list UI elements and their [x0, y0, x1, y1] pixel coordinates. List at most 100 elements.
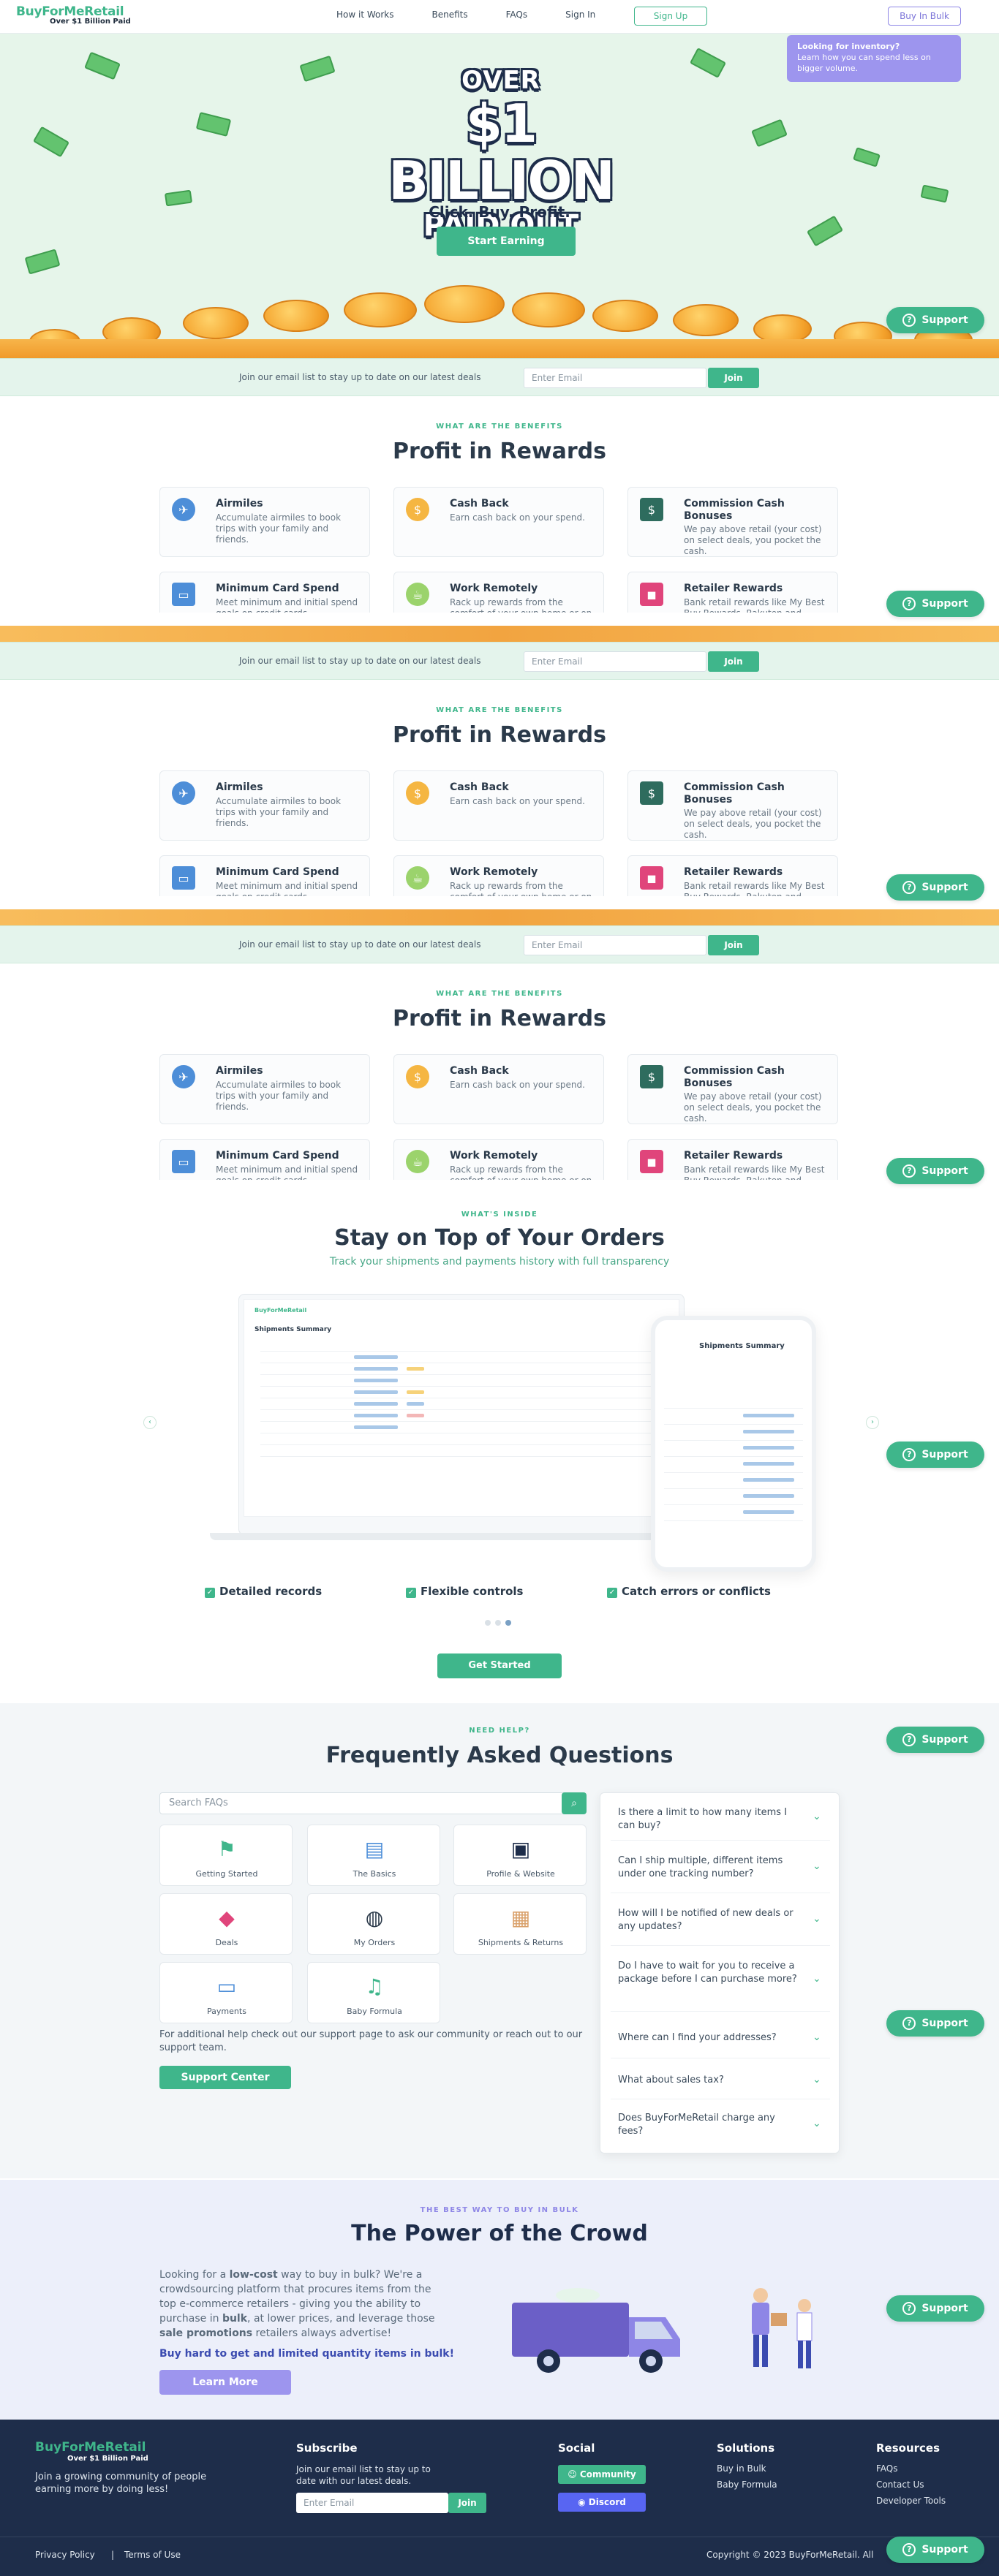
faq-question[interactable]: What about sales tax?	[618, 2074, 801, 2087]
support-center-button[interactable]: Support Center	[159, 2066, 291, 2089]
card-title: Work Remotely	[450, 583, 538, 594]
get-started-button[interactable]: Get Started	[437, 1653, 562, 1678]
card-desc: Bank retail rewards like My Best Buy Rew…	[684, 1164, 825, 1180]
help-icon: ?	[902, 1448, 916, 1461]
email-input[interactable]: Enter Email	[524, 935, 706, 955]
table-cell	[743, 1430, 794, 1433]
category-label: The Basics	[353, 1869, 396, 1879]
support-label: Support	[921, 1734, 968, 1746]
support-button[interactable]: ? Support	[886, 1442, 984, 1468]
benefit-card-cash-back: $ Cash Back Earn cash back on your spend…	[393, 770, 604, 841]
nav-faqs[interactable]: FAQs	[506, 10, 528, 20]
buy-in-bulk-button[interactable]: Buy In Bulk	[888, 7, 961, 26]
faq-category-deals[interactable]: ◆ Deals	[159, 1893, 293, 1955]
terms-of-use-link[interactable]: Terms of Use	[124, 2550, 181, 2560]
support-label: Support	[921, 314, 968, 326]
faq-category-the-basics[interactable]: ▤ The Basics	[307, 1825, 440, 1886]
privacy-policy-link[interactable]: Privacy Policy	[35, 2550, 95, 2560]
faq-question[interactable]: Does BuyForMeRetail charge any fees?	[618, 2112, 801, 2138]
carousel-prev-button[interactable]: ‹	[143, 1416, 157, 1429]
faq-question[interactable]: Where can I find your addresses?	[618, 2031, 801, 2045]
shopping-bag-icon: ◼	[640, 583, 663, 606]
discord-button[interactable]: ◉ Discord	[558, 2493, 646, 2512]
footer-link-faqs[interactable]: FAQs	[876, 2463, 898, 2474]
category-label: Deals	[215, 1938, 238, 1947]
carousel-next-button[interactable]: ›	[866, 1416, 879, 1429]
carousel-dot[interactable]	[495, 1620, 501, 1626]
faq-category-profile-website[interactable]: ▣ Profile & Website	[453, 1825, 587, 1886]
faq-question[interactable]: Do I have to wait for you to receive a p…	[618, 1960, 801, 1986]
faq-category-baby-formula[interactable]: ♫ Baby Formula	[307, 1962, 440, 2023]
support-button[interactable]: ? Support	[886, 1158, 984, 1184]
chevron-down-icon[interactable]: ⌄	[813, 1860, 821, 1872]
start-earning-button[interactable]: Start Earning	[437, 227, 576, 256]
support-button[interactable]: ? Support	[886, 874, 984, 901]
footer-link-developer-tools[interactable]: Developer Tools	[876, 2496, 946, 2506]
footer-email-input[interactable]: Enter Email	[296, 2493, 448, 2513]
footer-link-buy-in-bulk[interactable]: Buy in Bulk	[717, 2463, 766, 2474]
delivery-truck-illustration	[512, 2288, 813, 2373]
join-button[interactable]: Join	[708, 651, 759, 672]
support-button[interactable]: ? Support	[886, 591, 984, 617]
table-cell	[354, 1379, 398, 1382]
carousel-dot[interactable]	[485, 1620, 491, 1626]
chevron-down-icon[interactable]: ⌄	[813, 1973, 821, 1985]
support-button[interactable]: ? Support	[886, 307, 984, 333]
orders-bag-icon: ◍	[365, 1905, 384, 1930]
card-title: Commission Cash Bonuses	[684, 781, 785, 806]
card-title: Retailer Rewards	[684, 866, 783, 878]
coin-icon	[592, 300, 658, 332]
faq-question[interactable]: Can I ship multiple, different items und…	[618, 1855, 801, 1881]
sign-up-button[interactable]: Sign Up	[634, 7, 707, 26]
support-button[interactable]: ? Support	[886, 2010, 984, 2037]
faq-question[interactable]: Is there a limit to how many items I can…	[618, 1806, 801, 1833]
support-label: Support	[921, 2018, 968, 2029]
faq-category-getting-started[interactable]: ⚑ Getting Started	[159, 1825, 293, 1886]
carousel-dot-active[interactable]	[505, 1620, 511, 1626]
card-title: Airmiles	[216, 1065, 263, 1077]
logo[interactable]: BuyForMeRetail Over $1 Billion Paid	[16, 4, 131, 26]
support-button[interactable]: ? Support	[886, 2537, 984, 2563]
footer-link-baby-formula[interactable]: Baby Formula	[717, 2480, 777, 2490]
footer-subscribe-text: Join our email list to stay up to date w…	[296, 2464, 431, 2486]
coin-icon	[183, 307, 249, 339]
chevron-down-icon[interactable]: ⌄	[813, 1811, 821, 1822]
nav-benefits[interactable]: Benefits	[432, 10, 468, 20]
footer-logo[interactable]: BuyForMeRetail	[35, 2440, 146, 2455]
bulk-tooltip[interactable]: Looking for inventory? Learn how you can…	[787, 35, 961, 82]
chevron-down-icon[interactable]: ⌄	[813, 1913, 821, 1925]
crowd-text-part: , at lower prices, and leverage those	[247, 2313, 435, 2325]
faq-question[interactable]: How will I be notified of new deals or a…	[618, 1907, 801, 1933]
nav-links: How it Works Benefits FAQs Sign In	[336, 10, 633, 20]
footer-join-button[interactable]: Join	[448, 2493, 486, 2513]
cash-icon: $	[640, 498, 663, 521]
faq-search-input[interactable]: Search FAQs	[159, 1792, 573, 1814]
email-input[interactable]: Enter Email	[524, 368, 706, 388]
community-button[interactable]: ☺ Community	[558, 2465, 646, 2484]
support-button[interactable]: ? Support	[886, 1727, 984, 1753]
chevron-down-icon[interactable]: ⌄	[813, 2031, 821, 2043]
card-desc: Meet minimum and initial spend goals on …	[216, 881, 358, 896]
search-icon[interactable]: ⌕	[562, 1792, 587, 1814]
category-label: Profile & Website	[486, 1869, 555, 1879]
footer-link-contact-us[interactable]: Contact Us	[876, 2480, 924, 2490]
faq-category-my-orders[interactable]: ◍ My Orders	[307, 1893, 440, 1955]
faq-category-payments[interactable]: ▭ Payments	[159, 1962, 293, 2023]
table-cell	[743, 1478, 794, 1482]
nav-sign-in[interactable]: Sign In	[565, 10, 595, 20]
email-input[interactable]: Enter Email	[524, 651, 706, 672]
shopping-bag-icon: ◼	[640, 1150, 663, 1173]
airplane-icon: ✈	[172, 498, 195, 521]
table-row	[260, 1351, 663, 1352]
chevron-down-icon[interactable]: ⌄	[813, 2074, 821, 2086]
faq-accordion: Is there a limit to how many items I can…	[600, 1792, 840, 2153]
support-button[interactable]: ? Support	[886, 2295, 984, 2322]
join-button[interactable]: Join	[708, 368, 759, 388]
learn-more-button[interactable]: Learn More	[159, 2370, 291, 2395]
join-button[interactable]: Join	[708, 935, 759, 955]
card-desc: Meet minimum and initial spend goals on …	[216, 1164, 358, 1180]
chevron-down-icon[interactable]: ⌄	[813, 2118, 821, 2129]
divider	[611, 1840, 830, 1841]
faq-category-shipments-returns[interactable]: ▦ Shipments & Returns	[453, 1893, 587, 1955]
nav-how-it-works[interactable]: How it Works	[336, 10, 394, 20]
